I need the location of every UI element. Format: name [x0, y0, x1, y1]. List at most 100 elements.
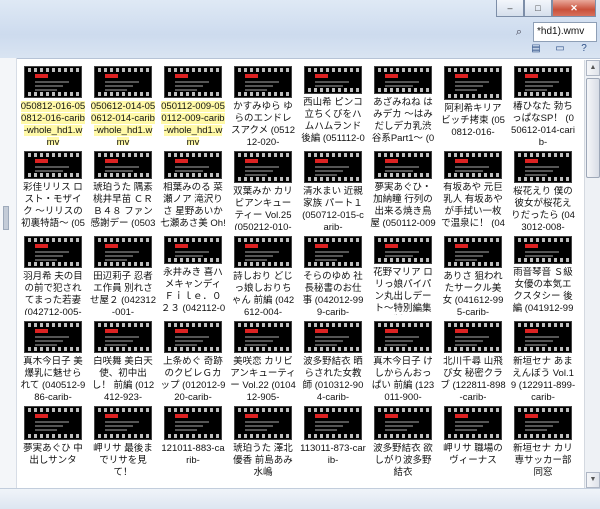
vertical-scrollbar[interactable]: ▲ ▼ [584, 60, 600, 488]
file-item[interactable]: 阿利希キリアビッチ拷束 (050812-016- [438, 60, 508, 145]
file-name-text: 北川千尋 山飛び女 秘密クラブ (122811-898-carib- [440, 355, 506, 400]
file-item[interactable]: 羽月希 夫の目の前で犯されてまった若妻 (042712-005- [18, 230, 88, 315]
search-icon[interactable]: ⌕ [512, 25, 526, 39]
thumbnail-text-line [105, 170, 133, 172]
file-name: 北川千尋 山飛び女 秘密クラブ (122811-898-carib- [440, 356, 506, 400]
file-item[interactable]: 有坂あや 元巨乳人 有坂あやが手拭い一枚で温泉に！ (042912- [438, 145, 508, 230]
file-name: 琥珀うた 澤北優香 前島あみ 水嶋 [230, 443, 296, 479]
file-item[interactable]: 田辺莉子 忍者エ作員 別れさせ屋２ (042312-001- [88, 230, 158, 315]
thumbnail-text-line [385, 81, 419, 83]
file-item[interactable]: 夢実あぐひ・加納瞳 行列の出来る焼き鳥屋 (050112-009- [368, 145, 438, 230]
file-name-text: あざみねね はみデカ ～はみだしデカ乳渋谷系Part1～ (0510 [371, 97, 435, 144]
file-item[interactable]: 050612-014-050612-014-carib-whole_hd1.wm… [88, 60, 158, 145]
video-thumbnail [514, 321, 572, 353]
file-item[interactable]: 彩佳リリス ロスト・モザイク ～リリスの初裏特語～ (050512- [18, 145, 88, 230]
file-item[interactable]: そらのゆめ 社長秘書のお仕事 (042012-999-carib- [298, 230, 368, 315]
file-item[interactable]: 花野マリア ロリっ娘パイパン丸出しデート～特別編集版～ [368, 230, 438, 315]
file-item[interactable]: 真木今日子 けしからんおっぱい 前編 (123011-900- [368, 315, 438, 400]
scroll-down-button[interactable]: ▼ [586, 472, 600, 488]
help-icon[interactable]: ? [576, 42, 592, 55]
file-item[interactable]: 琥珀うた 隅素 桃井早苗 ＣＲＢ４８ ファン感謝デー (050312- [88, 145, 158, 230]
file-item[interactable]: 113011-873-carib- [298, 400, 368, 485]
video-thumbnail [514, 66, 572, 98]
file-item[interactable]: 上条めぐ 奇跡のクビレＧカップ (012012-920-carib- [158, 315, 228, 400]
thumbnail-logo [175, 244, 188, 248]
video-thumbnail [304, 406, 362, 440]
file-item[interactable]: 波多野結衣 晒らされた女教師 (010312-904-carib- [298, 315, 368, 400]
file-item[interactable]: 相葉みのる 菜瀬ノア 滝沢りさ 星野あいか 七瀬あさ美 Oh! Sum [158, 145, 228, 230]
file-name-text: 雨音琴音 Ｓ級女優の本気エクスタシー 後編 (041912-998- [512, 267, 574, 314]
close-button[interactable]: ✕ [552, 0, 596, 17]
file-name: 相葉みのる 菜瀬ノア 滝沢りさ 星野あいか 七瀬あさ美 Oh! Sum [160, 182, 226, 230]
file-item[interactable]: 雨音琴音 Ｓ級女優の本気エクスタシー 後編 (041912-998- [508, 230, 578, 315]
file-name-text: 夢実あぐひ・加納瞳 行列の出来る焼き鳥屋 (050112-009- [370, 182, 436, 229]
video-thumbnail [374, 151, 432, 179]
pane-splitter-handle[interactable] [3, 206, 9, 230]
file-item[interactable]: あざみねね はみデカ ～はみだしデカ乳渋谷系Part1～ (0510 [368, 60, 438, 145]
file-item[interactable]: 121011-883-carib- [158, 400, 228, 485]
file-item[interactable]: 夢実あぐひ 中出しサンタ [18, 400, 88, 485]
file-item[interactable]: 岬リサ 職場のヴィーナス [438, 400, 508, 485]
file-item[interactable]: 新垣セナ カリ専サッカー部同窓 [508, 400, 578, 485]
thumbnail-text-line [525, 174, 547, 176]
thumbnail-text-line [315, 170, 343, 172]
thumbnail-text-line [455, 89, 477, 91]
file-item[interactable]: 琥珀うた 澤北優香 前島あみ 水嶋 [228, 400, 298, 485]
file-grid: 050812-016-050812-016-carib-whole_hd1.wm… [18, 60, 580, 485]
file-name: ありさ 狙われたサークル美女 (041612-995-carib- [440, 271, 506, 315]
thumbnail-logo [245, 159, 258, 163]
file-item[interactable]: 050812-016-050812-016-carib-whole_hd1.wm… [18, 60, 88, 145]
file-item[interactable]: ありさ 狙われたサークル美女 (041612-995-carib- [438, 230, 508, 315]
file-item[interactable]: 岬リサ 最後までリサを見て！ [88, 400, 158, 485]
thumbnail-logo [525, 74, 538, 78]
maximize-button[interactable]: □ [524, 0, 552, 17]
explorer-top-bar: – □ ✕ ⌕ *hd1).wmv ▤ ▭ ? [0, 0, 600, 59]
file-item[interactable]: 波多野結衣 欲しがり波多野結衣 [368, 400, 438, 485]
file-name-text: かすみゆら ゆらのエンドレスアクメ (051212-020- [230, 100, 296, 145]
file-item[interactable]: 白咲舞 美白天使、初中出し！ 前編 (012412-923- [88, 315, 158, 400]
file-name-text: 121011-883-carib- [161, 443, 225, 466]
file-item[interactable]: 北川千尋 山飛び女 秘密クラブ (122811-898-carib- [438, 315, 508, 400]
thumbnail-text-line [35, 166, 69, 168]
file-item[interactable]: 西山希 ピンコ立ちくびをハムハムランド 後編 (051112-019- [298, 60, 368, 145]
minimize-button[interactable]: – [496, 0, 524, 17]
file-name-text: 相葉みのる 菜瀬ノア 滝沢りさ 星野あいか 七瀬あさ美 Oh! Sum [160, 182, 226, 229]
file-item[interactable]: かすみゆら ゆらのエンドレスアクメ (051212-020- [228, 60, 298, 145]
file-name: 田辺莉子 忍者エ作員 別れさせ屋２ (042312-001- [90, 271, 156, 315]
thumbnail-text-line [315, 344, 337, 346]
view-icon[interactable]: ▤ [528, 42, 544, 55]
file-item[interactable]: 真木今日子 美爆乳に魅せられて (040512-986-carib- [18, 315, 88, 400]
file-name-text: 椿ひなた 勃ちっぱなSP！ (050612-014-carib- [511, 100, 575, 145]
thumbnail-text-line [385, 174, 407, 176]
thumbnail-text-line [175, 174, 197, 176]
file-name: 有坂あや 元巨乳人 有坂あやが手拭い一枚で温泉に！ (042912- [440, 182, 506, 230]
file-name: 波多野結衣 晒らされた女教師 (010312-904-carib- [300, 356, 366, 400]
file-name-text: 岬リサ 職場のヴィーナス [443, 443, 503, 466]
thumbnail-text-line [385, 429, 407, 431]
thumbnail-text-line [175, 421, 209, 423]
thumbnail-logo [35, 329, 48, 333]
thumbnail-text-line [315, 85, 343, 87]
thumbnail-text-line [245, 174, 267, 176]
thumbnail-text-line [175, 251, 209, 253]
thumbnail-text-line [385, 425, 413, 427]
thumbnail-text-line [455, 255, 483, 257]
thumbnail-text-line [245, 251, 279, 253]
file-item[interactable]: 050112-009-050112-009-carib-whole_hd1.wm… [158, 60, 228, 145]
file-item[interactable]: 双葉みか カリビアンキューティー Vol.25 (050212-010- [228, 145, 298, 230]
scroll-up-button[interactable]: ▲ [586, 60, 600, 76]
thumbnail-logo [35, 74, 48, 78]
scrollbar-thumb[interactable] [586, 78, 600, 178]
file-item[interactable]: 詩しおり どじっ娘しおりちゃん 前編 (042612-004- [228, 230, 298, 315]
file-item[interactable]: 桜花えり 僕の彼女が桜花えりだったら (043012-008- [508, 145, 578, 230]
file-item[interactable]: 清水まい 近親家族 パート１ (050712-015-carib- [298, 145, 368, 230]
thumbnail-text-line [315, 89, 337, 91]
thumbnail-text-line [175, 166, 209, 168]
file-item[interactable]: 椿ひなた 勃ちっぱなSP！ (050612-014-carib- [508, 60, 578, 145]
file-item[interactable]: 美咲恋 カリビアンキューティー Vol.22 (010412-905- [228, 315, 298, 400]
file-name-text: 双葉みか カリビアンキューティー Vol.25 (050212-010- [233, 185, 293, 230]
search-input[interactable]: *hd1).wmv [533, 22, 597, 42]
file-item[interactable]: 永井みき 喜ハメキャンディ Ｆｉｌｅ．０２３ (042112-000- [158, 230, 228, 315]
layout-pane-icon[interactable]: ▭ [552, 42, 568, 55]
file-item[interactable]: 新垣セナ あまえんぼう Vol.19 (122911-899-carib- [508, 315, 578, 400]
